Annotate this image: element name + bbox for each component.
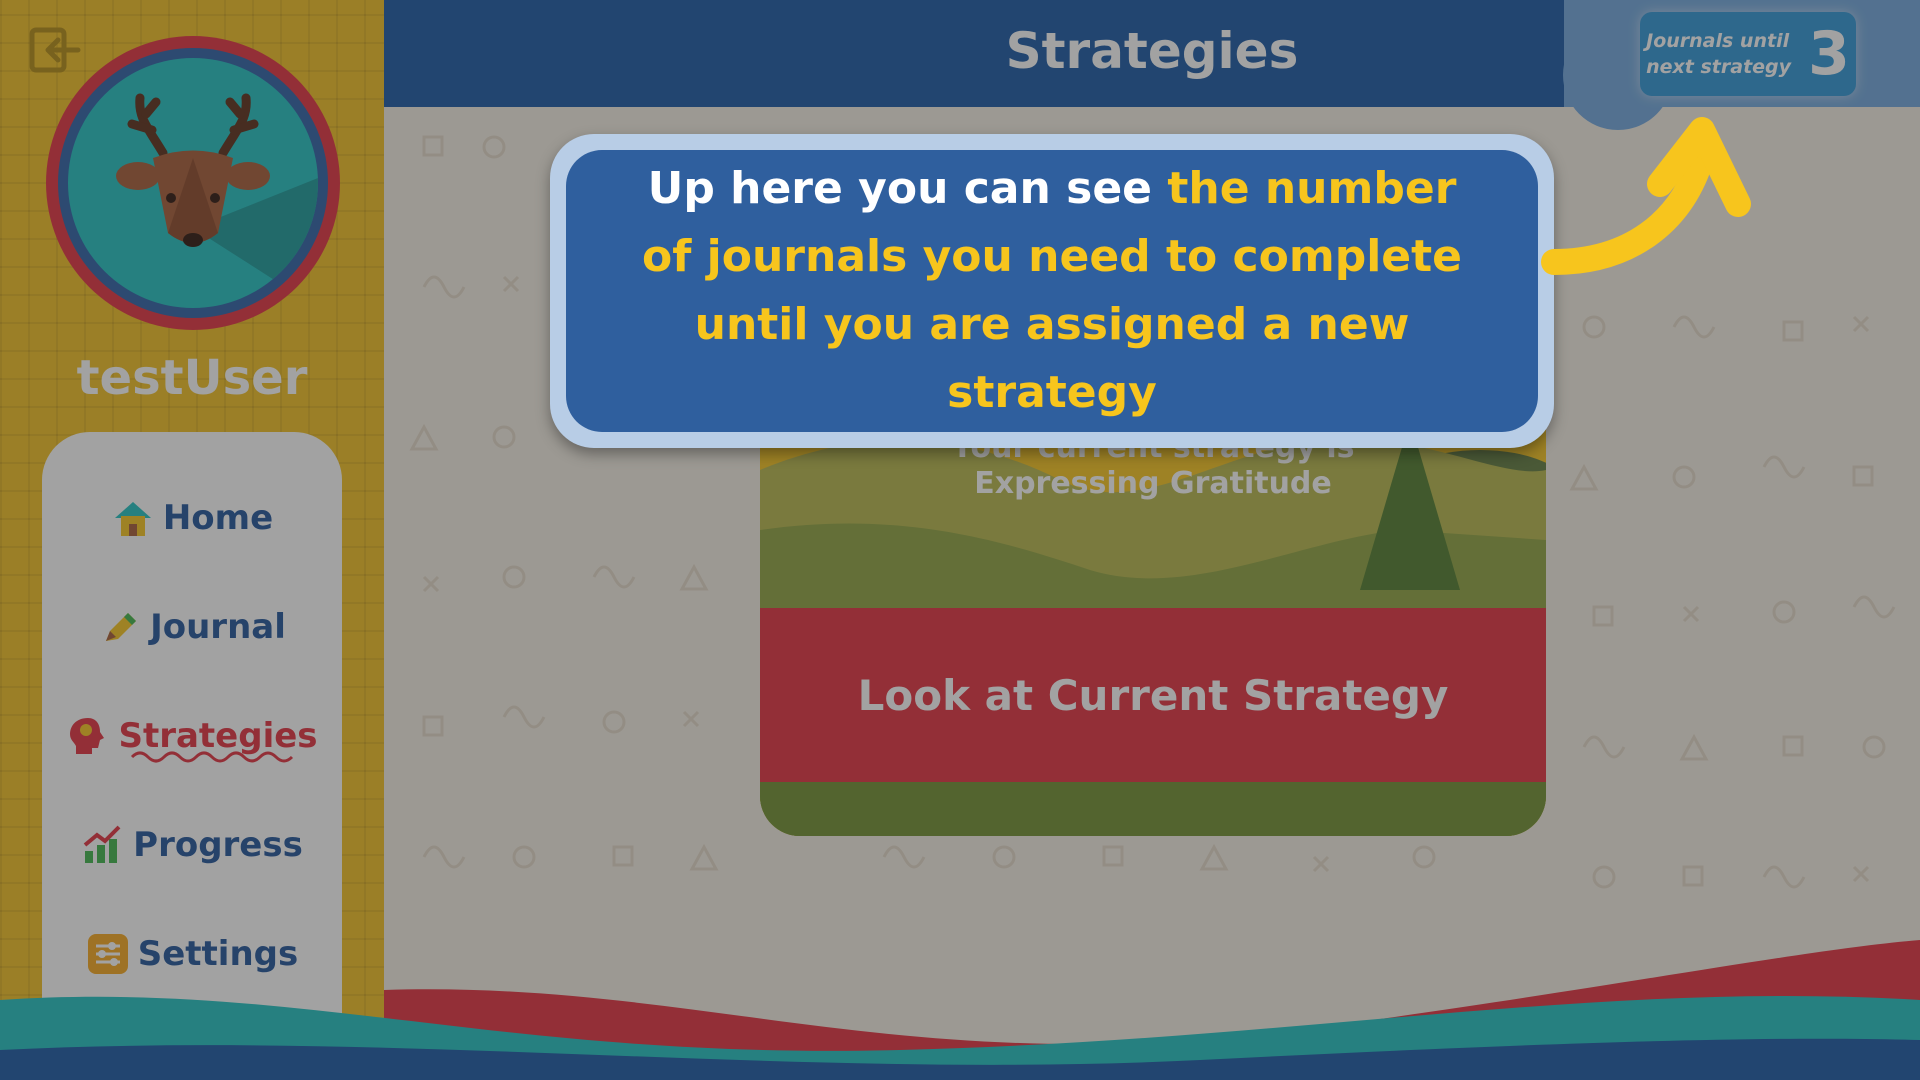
tutorial-dialog-body: Up here you can see the number of journa…	[566, 150, 1538, 432]
tutorial-text-plain: Up here you can see	[647, 163, 1153, 214]
pointer-arrow-icon	[1541, 117, 1751, 275]
tutorial-text: Up here you can see the number of journa…	[622, 155, 1482, 427]
tutorial-dialog[interactable]: Up here you can see the number of journa…	[550, 134, 1554, 448]
